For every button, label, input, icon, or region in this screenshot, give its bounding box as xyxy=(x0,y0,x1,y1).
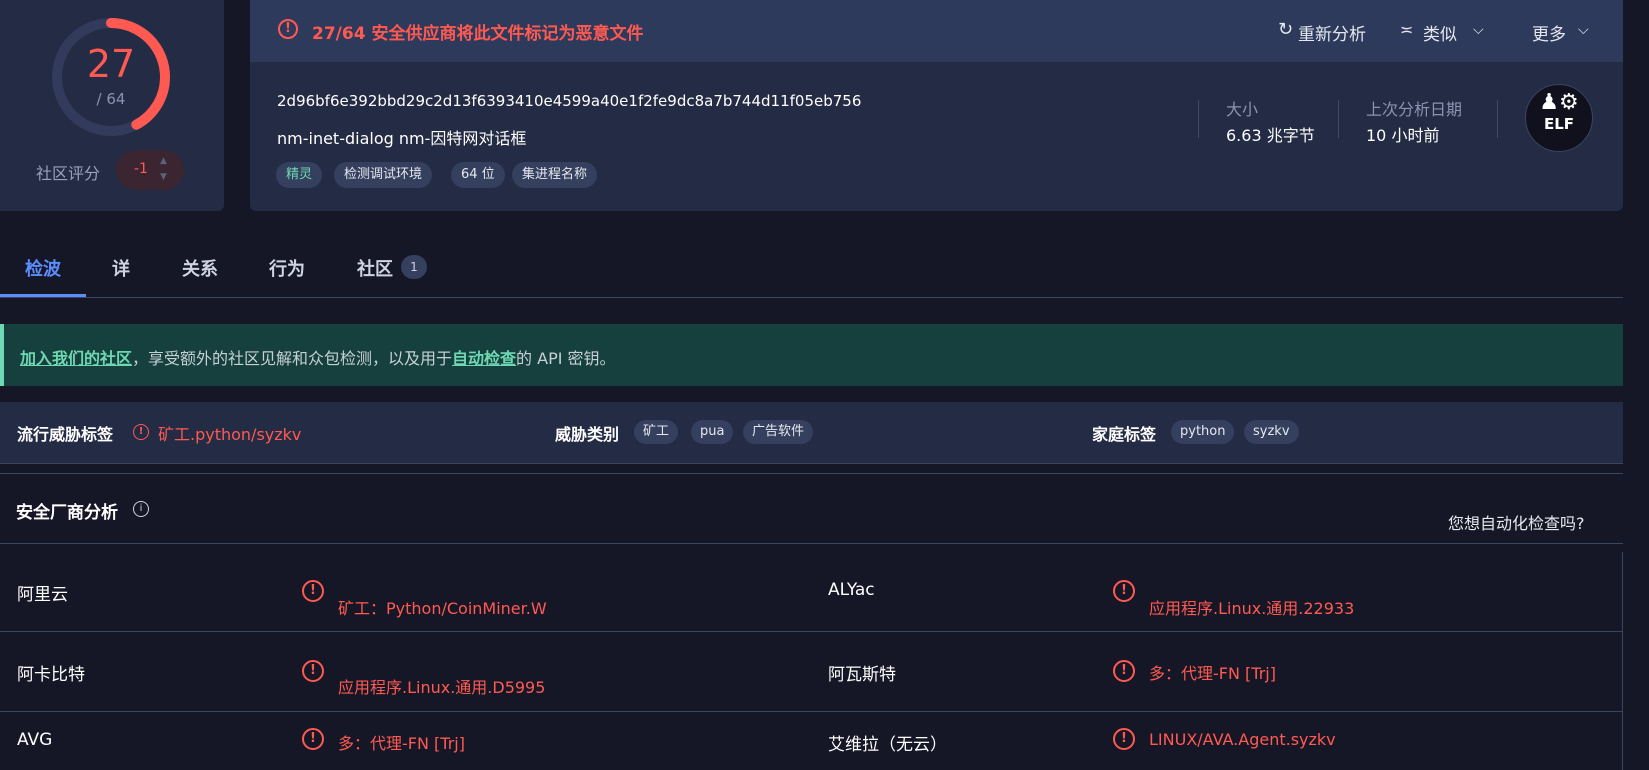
join-community-link[interactable]: 加入我们的社区 xyxy=(20,349,132,368)
alert-icon: ! xyxy=(133,424,149,440)
vendor-result[interactable]: 应用程序.Linux.通用.22933 xyxy=(1149,595,1354,619)
divider xyxy=(1198,100,1199,138)
last-analysis-value: 10 小时前 xyxy=(1366,126,1440,145)
file-tag[interactable]: 精灵 xyxy=(276,162,323,188)
vendor-name: 阿瓦斯特 xyxy=(828,665,896,685)
detection-alert-text: 27/64 安全供应商将此文件标记为恶意文件 xyxy=(312,24,644,44)
table-border xyxy=(1622,552,1623,770)
tabs-divider xyxy=(0,297,1623,298)
alert-icon: ! xyxy=(1113,728,1135,750)
table-divider xyxy=(0,543,1623,544)
banner-text-part: 的 API 密钥。 xyxy=(516,349,616,368)
alert-icon: ! xyxy=(302,580,324,602)
reanalyze-button[interactable]: 重新分析 xyxy=(1298,20,1366,45)
tab-details[interactable]: 详 xyxy=(112,255,130,281)
community-score-value: -1 xyxy=(134,161,148,177)
total-engines: / 64 xyxy=(96,90,126,108)
automation-prompt-link[interactable]: 您想自动化检查吗? xyxy=(1448,510,1585,534)
size-value: 6.63 兆字节 xyxy=(1226,126,1315,145)
divider xyxy=(1338,100,1339,138)
tab-relations[interactable]: 关系 xyxy=(182,255,218,281)
alert-icon: ! xyxy=(1113,660,1135,682)
file-type-label: ELF xyxy=(1543,115,1575,133)
alert-icon: ! xyxy=(1113,580,1135,602)
refresh-icon[interactable]: ↻ xyxy=(1278,19,1293,40)
community-score-label: 社区评分 xyxy=(36,164,101,183)
chevron-down-icon[interactable]: ⌵ xyxy=(1473,22,1484,38)
file-tag[interactable]: 64 位 xyxy=(451,162,505,188)
vendor-name: ALYac xyxy=(828,580,875,600)
alert-icon: ! xyxy=(302,660,324,682)
chevron-down-icon[interactable]: ▼ xyxy=(160,172,167,182)
family-pill[interactable]: python xyxy=(1171,420,1235,444)
similar-icon: ≍ xyxy=(1400,20,1414,39)
penguin-icon: ♟⚙ xyxy=(1539,90,1579,115)
vendor-result[interactable]: 多：代理-FN [Trj] xyxy=(1149,660,1276,684)
file-name: nm-inet-dialog nm-因特网对话框 xyxy=(277,129,527,148)
last-analysis-label: 上次分析日期 xyxy=(1366,100,1463,119)
alert-icon: ! xyxy=(278,19,298,39)
divider xyxy=(1497,100,1498,138)
automation-link[interactable]: 自动检查 xyxy=(452,349,516,368)
file-tag[interactable]: 检测调试环境 xyxy=(334,162,433,188)
community-banner-text: 加入我们的社区，享受额外的社区见解和众包检测，以及用于自动检查的 API 密钥。 xyxy=(20,345,616,369)
file-type-badge: ♟⚙ ELF xyxy=(1525,84,1593,152)
file-hash: 2d96bf6e392bbd29c2d13f6393410e4599a40e1f… xyxy=(277,92,862,110)
threat-category-label: 威胁类别 xyxy=(555,425,620,444)
table-row-divider xyxy=(0,631,1623,632)
threat-category-pill[interactable]: 广告软件 xyxy=(743,420,814,444)
section-divider xyxy=(0,473,1623,474)
threat-category-pill[interactable]: 矿工 xyxy=(634,420,679,444)
more-button[interactable]: 更多 xyxy=(1532,20,1566,45)
vendor-analysis-title: 安全厂商分析 xyxy=(16,503,118,523)
vendor-name: 艾维拉（无云） xyxy=(828,735,947,755)
info-icon[interactable]: i xyxy=(133,501,149,517)
chevron-down-icon[interactable]: ⌵ xyxy=(1578,22,1589,38)
community-vote[interactable] xyxy=(116,150,184,190)
table-row-divider xyxy=(0,711,1623,712)
similar-button[interactable]: 类似 xyxy=(1423,20,1457,45)
vendor-result[interactable]: 应用程序.Linux.通用.D5995 xyxy=(338,674,545,698)
community-count-badge: 1 xyxy=(401,255,427,279)
tab-detection[interactable]: 检波 xyxy=(25,255,61,281)
tab-behavior[interactable]: 行为 xyxy=(269,255,305,281)
banner-text-part: ，享受额外的社区见解和众包检测，以及用于 xyxy=(132,349,453,368)
family-pill[interactable]: syzkv xyxy=(1244,420,1299,444)
popular-threat-value[interactable]: 矿工.python/syzkv xyxy=(158,421,301,445)
vendor-result[interactable]: 多：代理-FN [Trj] xyxy=(338,730,465,754)
alert-icon: ! xyxy=(302,728,324,750)
threat-category-pill[interactable]: pua xyxy=(691,420,734,444)
family-label: 家庭标签 xyxy=(1092,425,1157,444)
vendor-name: 阿里云 xyxy=(17,585,68,605)
vendor-name: AVG xyxy=(17,730,53,750)
vendor-name: 阿卡比特 xyxy=(17,665,85,685)
vendor-result[interactable]: LINUX/AVA.Agent.syzkv xyxy=(1149,730,1336,749)
file-tag[interactable]: 集进程名称 xyxy=(512,162,598,188)
popular-threat-label: 流行威胁标签 xyxy=(17,425,114,444)
detected-count: 27 xyxy=(86,42,136,86)
size-label: 大小 xyxy=(1226,100,1259,119)
chevron-up-icon[interactable]: ▲ xyxy=(160,156,167,166)
vendor-result[interactable]: 矿工：Python/CoinMiner.W xyxy=(338,595,547,619)
tab-community[interactable]: 社区 xyxy=(357,255,393,281)
